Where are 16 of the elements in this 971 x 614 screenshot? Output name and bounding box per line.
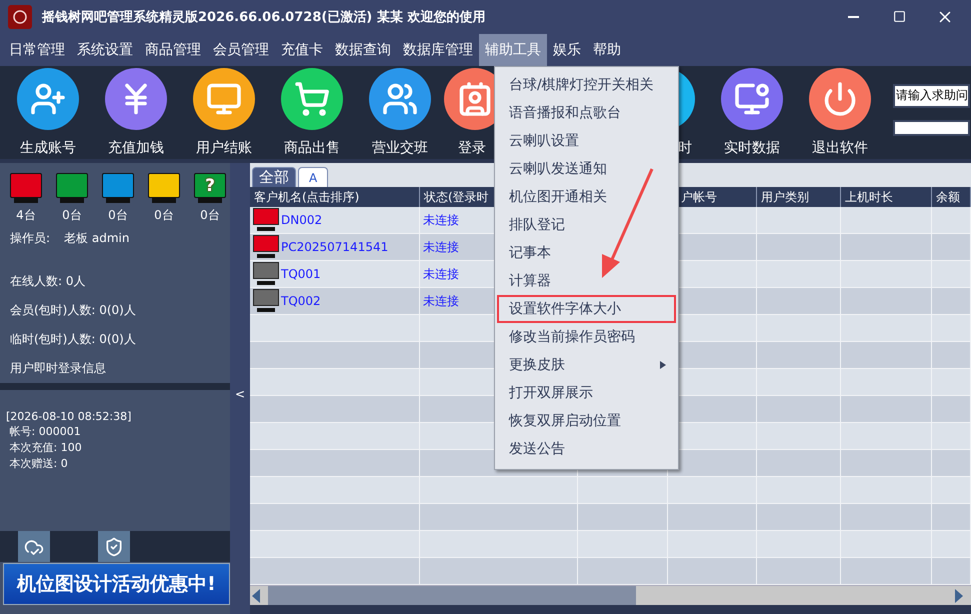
log-line: 本次赠送: 0 xyxy=(8,456,69,471)
monitor-count: 0台 xyxy=(108,207,128,224)
stat-text: 会员(包时)人数: 0(0)人 xyxy=(10,302,137,319)
log-line: 本次充值: 100 xyxy=(8,440,83,455)
stat-text: 在线人数: 0人 xyxy=(10,273,86,290)
monitor-count: 0台 xyxy=(200,207,220,224)
monitor-count: 4台 xyxy=(16,207,36,224)
login-info-label: 用户即时登录信息 xyxy=(10,360,107,377)
operator-label: 操作员: xyxy=(10,230,50,247)
log-line: 帐号: 000001 xyxy=(8,424,82,439)
operator-name: 老板 admin xyxy=(64,230,130,247)
window-title: 摇钱树网吧管理系统精灵版2026.66.06.0728(已激活) 某某 欢迎您的使用 xyxy=(42,8,486,26)
log-line: [2026-08-10 08:52:38] xyxy=(6,410,132,423)
stat-text: 临时(包时)人数: 0(0)人 xyxy=(10,331,137,348)
monitor-count: 0台 xyxy=(62,207,82,224)
monitor-count: 0台 xyxy=(154,207,174,224)
